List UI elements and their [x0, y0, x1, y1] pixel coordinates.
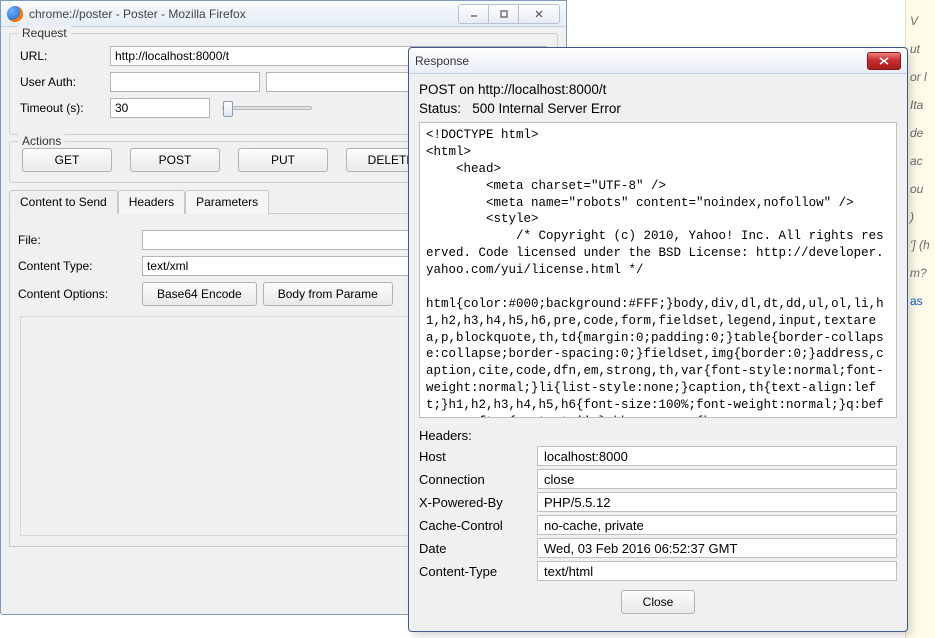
titlebar[interactable]: chrome://poster - Poster - Mozilla Firef… — [1, 1, 566, 27]
file-label: File: — [18, 233, 136, 247]
response-header-value[interactable] — [537, 561, 897, 581]
response-header-row: X-Powered-By — [419, 492, 897, 512]
response-body: POST on http://localhost:8000/t Status: … — [409, 74, 907, 631]
response-request-line: POST on http://localhost:8000/t — [419, 82, 897, 97]
close-button[interactable] — [519, 5, 559, 23]
tab-headers[interactable]: Headers — [118, 190, 185, 214]
response-close-x[interactable] — [867, 52, 901, 70]
response-header-value[interactable] — [537, 469, 897, 489]
base64-encode-button[interactable]: Base64 Encode — [142, 282, 257, 306]
content-type-label: Content Type: — [18, 259, 136, 273]
response-header-name: Cache-Control — [419, 518, 529, 533]
userauth-pass-input[interactable] — [266, 72, 416, 92]
post-button[interactable]: POST — [130, 148, 220, 172]
content-options-label: Content Options: — [18, 287, 136, 301]
response-headers-section: Headers: Host Connection X-Powered-By Cache… — [419, 424, 897, 584]
response-header-row: Date — [419, 538, 897, 558]
body-from-params-button[interactable]: Body from Parame — [263, 282, 393, 306]
response-header-name: X-Powered-By — [419, 495, 529, 510]
actions-legend: Actions — [18, 134, 65, 148]
put-button[interactable]: PUT — [238, 148, 328, 172]
firefox-icon — [7, 6, 23, 22]
window-buttons — [458, 4, 560, 24]
response-headers-label: Headers: — [419, 428, 897, 443]
window-title: chrome://poster - Poster - Mozilla Firef… — [29, 7, 452, 21]
response-header-value[interactable] — [537, 492, 897, 512]
response-header-value[interactable] — [537, 538, 897, 558]
response-header-row: Host — [419, 446, 897, 466]
maximize-button[interactable] — [489, 5, 519, 23]
timeout-input[interactable] — [110, 98, 210, 118]
response-header-row: Cache-Control — [419, 515, 897, 535]
response-status-line: Status: 500 Internal Server Error — [419, 101, 897, 116]
url-label: URL: — [20, 49, 104, 63]
response-close-button[interactable]: Close — [621, 590, 695, 614]
response-header-row: Connection — [419, 469, 897, 489]
response-header-value[interactable] — [537, 446, 897, 466]
request-legend: Request — [18, 26, 71, 40]
timeout-slider[interactable] — [222, 106, 312, 110]
tab-content-to-send[interactable]: Content to Send — [9, 190, 118, 214]
slider-thumb-icon[interactable] — [223, 101, 233, 117]
userauth-user-input[interactable] — [110, 72, 260, 92]
get-button[interactable]: GET — [22, 148, 112, 172]
tab-parameters[interactable]: Parameters — [185, 190, 269, 214]
response-titlebar[interactable]: Response — [409, 48, 907, 74]
background-page: V ut or l Ita de ac ou ) '] (h m? as — [905, 0, 935, 638]
response-header-value[interactable] — [537, 515, 897, 535]
userauth-label: User Auth: — [20, 75, 104, 89]
response-title: Response — [415, 54, 861, 68]
response-header-name: Date — [419, 541, 529, 556]
response-header-name: Content-Type — [419, 564, 529, 579]
response-header-row: Content-Type — [419, 561, 897, 581]
timeout-label: Timeout (s): — [20, 101, 104, 115]
response-dialog: Response POST on http://localhost:8000/t… — [408, 47, 908, 632]
minimize-button[interactable] — [459, 5, 489, 23]
response-body-text[interactable]: <!DOCTYPE html> <html> <head> <meta char… — [419, 122, 897, 418]
response-header-name: Connection — [419, 472, 529, 487]
response-header-name: Host — [419, 449, 529, 464]
